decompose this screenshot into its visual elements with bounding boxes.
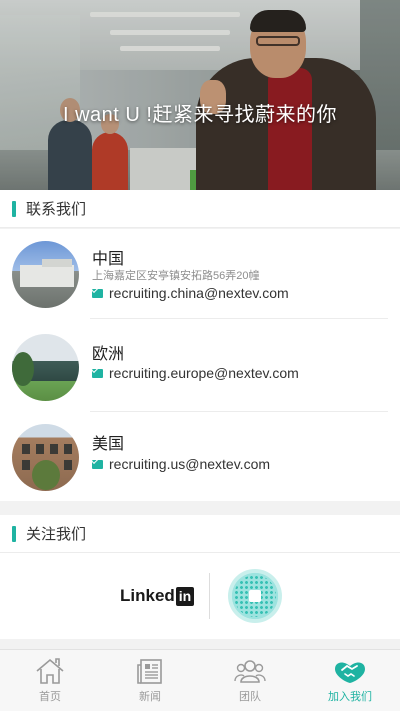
us-office-photo xyxy=(12,424,79,491)
follow-section-header: 关注我们 xyxy=(0,515,400,553)
contact-region: 美国 xyxy=(92,436,125,453)
vertical-divider xyxy=(209,573,210,619)
contact-email[interactable]: recruiting.us@nextev.com xyxy=(109,456,270,472)
linkedin-text: Linked xyxy=(120,586,175,605)
contact-item-europe: 欧洲 recruiting.europe@nextev.com xyxy=(0,322,400,412)
home-icon xyxy=(36,658,64,684)
hero-shade xyxy=(0,0,400,190)
contact-section-title: 联系我们 xyxy=(26,201,87,218)
wechat-qr-code[interactable] xyxy=(228,569,282,623)
contact-email-row[interactable]: recruiting.us@nextev.com xyxy=(92,456,270,472)
contact-region: 欧洲 xyxy=(92,346,125,363)
divider xyxy=(90,318,388,319)
contact-address: 上海嘉定区安亭镇安拓路56弄20幢 xyxy=(92,270,260,282)
tab-news[interactable]: 新闻 xyxy=(100,650,200,711)
contact-email[interactable]: recruiting.china@nextev.com xyxy=(109,285,289,301)
join-us-icon xyxy=(335,662,365,683)
section-accent-bar xyxy=(12,525,16,542)
team-icon xyxy=(234,660,266,683)
contact-item-china: 中国 上海嘉定区安亭镇安拓路56弄20幢 recruiting.china@ne… xyxy=(0,229,400,319)
contact-region: 中国 xyxy=(92,251,125,268)
tab-home[interactable]: 首页 xyxy=(0,650,100,711)
hero-title: I want U !赶紧来寻找蔚来的你 xyxy=(63,104,337,126)
tab-label: 首页 xyxy=(39,691,61,703)
news-icon xyxy=(137,659,162,684)
tab-label: 加入我们 xyxy=(328,691,372,703)
contact-section-header: 联系我们 xyxy=(0,190,400,228)
contact-item-us: 美国 recruiting.us@nextev.com xyxy=(0,412,400,502)
linkedin-logo[interactable]: Linked in xyxy=(120,586,195,606)
section-accent-bar xyxy=(12,200,16,217)
contact-email-row[interactable]: recruiting.europe@nextev.com xyxy=(92,365,299,381)
bottom-tab-bar: 首页 新闻 团队 加入我们 xyxy=(0,649,400,711)
mail-icon xyxy=(92,288,103,298)
follow-content: Linked in xyxy=(0,553,400,639)
tab-label: 团队 xyxy=(239,691,261,703)
follow-section-title: 关注我们 xyxy=(26,526,87,543)
mail-icon xyxy=(92,368,103,378)
europe-office-photo xyxy=(12,334,79,401)
tab-team[interactable]: 团队 xyxy=(200,650,300,711)
linkedin-badge: in xyxy=(175,586,195,606)
china-office-photo xyxy=(12,241,79,308)
hero-banner: I want U !赶紧来寻找蔚来的你 xyxy=(0,0,400,190)
mail-icon xyxy=(92,459,103,469)
tab-label: 新闻 xyxy=(139,691,161,703)
tab-join-us[interactable]: 加入我们 xyxy=(300,650,400,711)
contact-email[interactable]: recruiting.europe@nextev.com xyxy=(109,365,299,381)
contact-list: 中国 上海嘉定区安亭镇安拓路56弄20幢 recruiting.china@ne… xyxy=(0,229,400,501)
contact-email-row[interactable]: recruiting.china@nextev.com xyxy=(92,285,289,301)
